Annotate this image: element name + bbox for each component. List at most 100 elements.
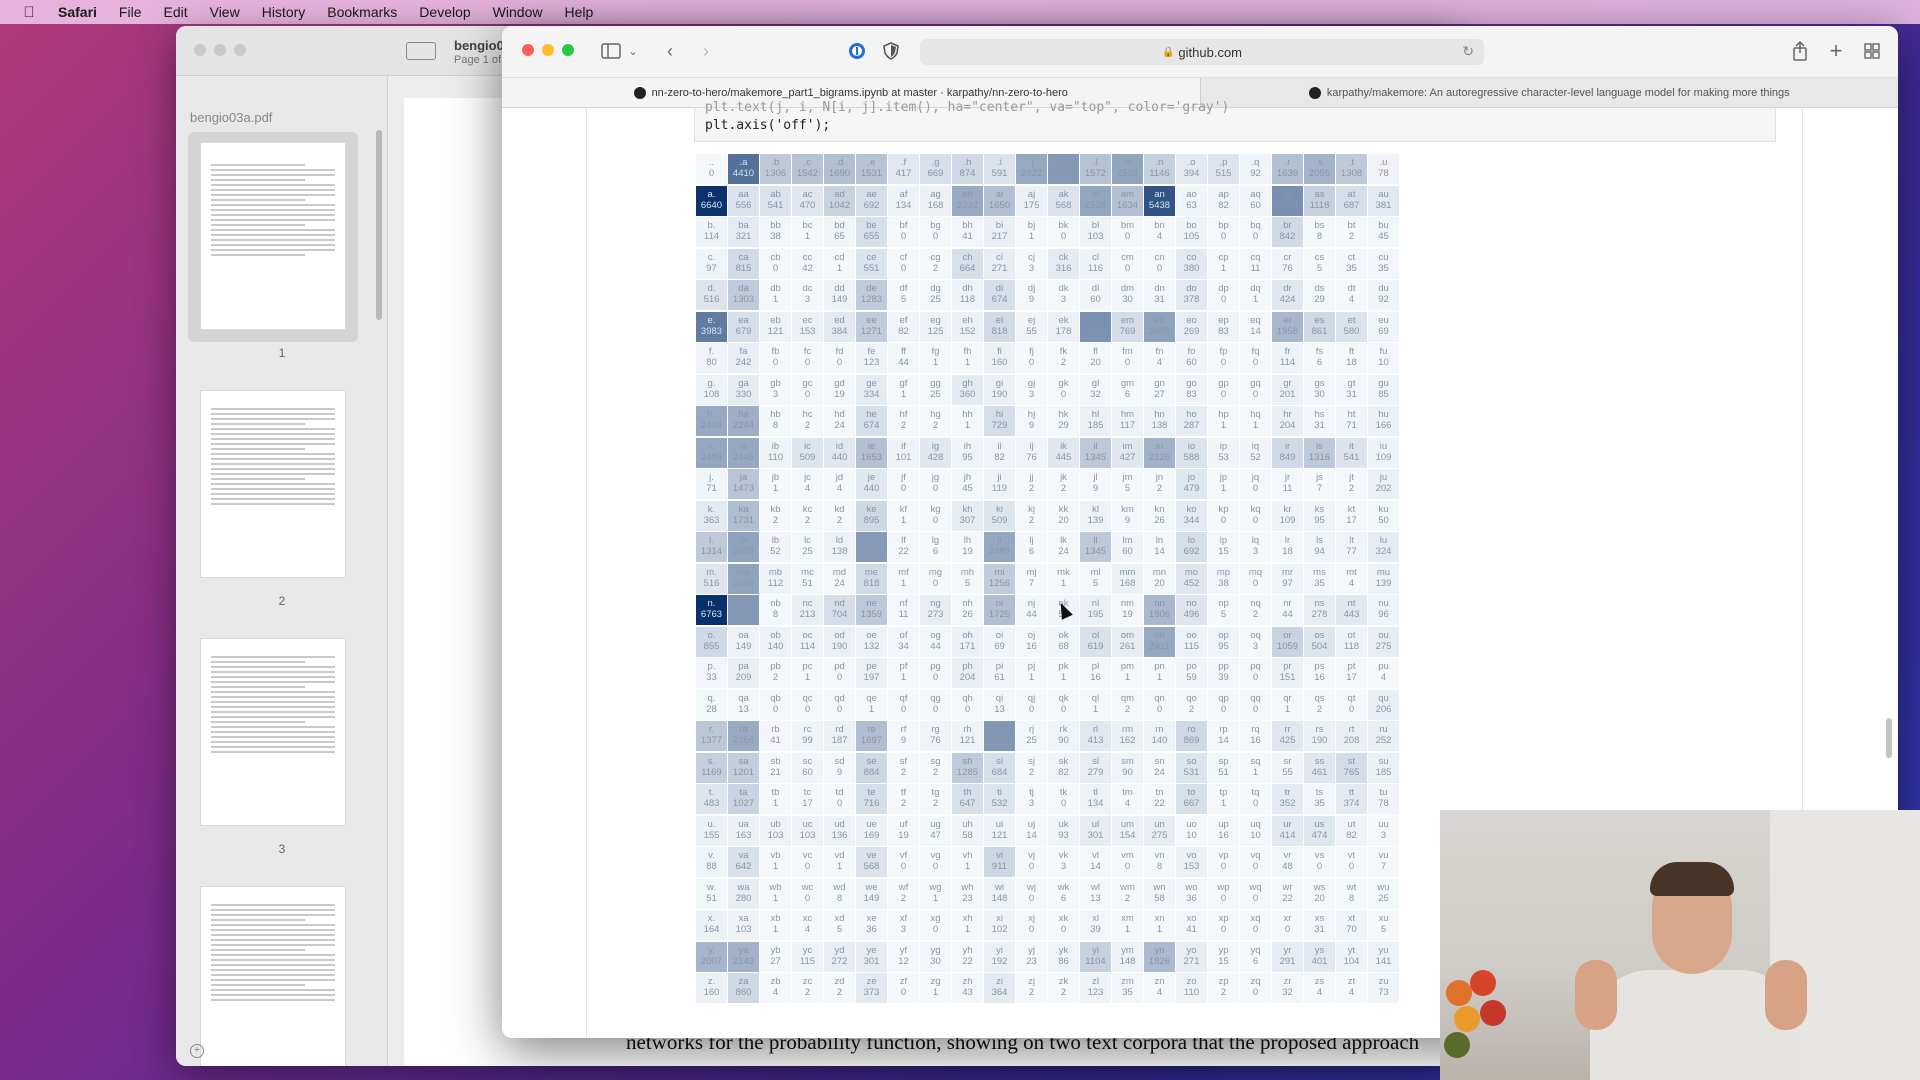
heatmap-cell: ob 140: [760, 626, 791, 657]
heatmap-cell-count: 69: [1378, 325, 1389, 337]
tab-overview-icon[interactable]: [1862, 40, 1882, 62]
heatmap-cell-count: 22: [962, 955, 973, 967]
heatmap-cell-bigram: wl: [1091, 881, 1100, 893]
address-bar[interactable]: 🔒 github.com ↻: [920, 39, 1484, 65]
heatmap-cell-count: 0: [964, 703, 971, 715]
heatmap-cell: vb 1: [760, 847, 791, 877]
back-icon[interactable]: ‹: [660, 40, 680, 62]
heatmap-cell: fr 114: [1272, 343, 1303, 373]
shield-icon[interactable]: [880, 40, 902, 62]
heatmap-cell: ml 5: [1080, 563, 1111, 594]
sidebar-icon[interactable]: [598, 40, 624, 62]
heatmap-cell-bigram: gh: [962, 377, 973, 389]
heatmap-cell-count: 23: [962, 892, 973, 904]
heatmap-cell-bigram: ge: [866, 377, 877, 389]
heatmap-cell-bigram: xg: [930, 913, 941, 924]
menu-window[interactable]: Window: [493, 4, 543, 20]
zoom-button[interactable]: [234, 44, 246, 56]
minimize-button[interactable]: [214, 44, 226, 56]
heatmap-cell: kg 0: [920, 500, 951, 531]
heatmap-cell: wm 2: [1112, 878, 1143, 909]
sidebar-toggle-icon[interactable]: [406, 42, 436, 60]
heatmap-cell-bigram: pf: [899, 661, 908, 672]
menu-history[interactable]: History: [262, 4, 306, 20]
heatmap-cell-bigram: aa: [738, 188, 749, 200]
heatmap-cell-bigram: gt: [1347, 377, 1356, 389]
heatmap-cell-count: 1359: [860, 609, 883, 620]
menu-view[interactable]: View: [210, 4, 240, 20]
heatmap-cell: dp 0: [1208, 280, 1239, 310]
heatmap-cell-count: 1826: [1148, 955, 1171, 967]
page-thumbnail-3[interactable]: [200, 638, 346, 826]
heatmap-cell-count: 153: [1183, 861, 1200, 872]
heatmap-cell-bigram: kn: [1154, 503, 1165, 515]
heatmap-cell: no 496: [1176, 595, 1207, 625]
heatmap-cell-bigram: im: [1122, 440, 1133, 452]
heatmap-cell-bigram: t.: [708, 787, 715, 798]
github-icon: [1308, 86, 1321, 99]
heatmap-cell: hk 29: [1048, 406, 1079, 436]
password-icon[interactable]: [846, 40, 868, 62]
heatmap-cell-count: 73: [1378, 987, 1389, 998]
heatmap-cell-bigram: xi: [996, 913, 1003, 924]
heatmap-cell: tg 2: [920, 784, 951, 814]
heatmap-cell-bigram: io: [1187, 440, 1196, 452]
heatmap-cell-bigram: hu: [1378, 409, 1389, 420]
heatmap-cell-bigram: yb: [770, 944, 781, 956]
menu-bookmarks[interactable]: Bookmarks: [327, 4, 397, 20]
minimize-button[interactable]: [542, 44, 554, 56]
heatmap-cell-count: 568: [863, 861, 880, 872]
heatmap-cell-bigram: dt: [1347, 283, 1356, 294]
heatmap-cell-count: 1958: [1276, 325, 1299, 337]
tab-makemore[interactable]: karpathy/makemore: An autoregressive cha…: [1199, 78, 1899, 107]
heatmap-cell-bigram: rn: [1155, 724, 1164, 735]
heatmap-cell-count: 1: [932, 987, 939, 998]
heatmap-cell-count: 168: [927, 199, 944, 211]
heatmap-cell-count: 0: [1220, 924, 1227, 935]
heatmap-cell-count: 861: [1311, 325, 1328, 337]
heatmap-cell-bigram: o.: [707, 629, 716, 641]
menu-app-name[interactable]: Safari: [58, 4, 97, 20]
close-button[interactable]: [194, 44, 206, 56]
page-thumbnail-4[interactable]: [200, 886, 346, 1066]
close-button[interactable]: [522, 44, 534, 56]
zoom-button[interactable]: [562, 44, 574, 56]
page-scrollbar[interactable]: [1886, 718, 1892, 758]
page-thumbnail-2[interactable]: [200, 390, 346, 578]
heatmap-cell: yf 12: [888, 941, 919, 972]
sidebar-scrollbar[interactable]: [376, 130, 382, 320]
heatmap-cell: er 1958: [1272, 311, 1303, 342]
new-tab-icon[interactable]: +: [1826, 38, 1846, 63]
heatmap-cell-bigram: wk: [1057, 881, 1070, 893]
menu-help[interactable]: Help: [564, 4, 593, 20]
share-icon[interactable]: [1790, 40, 1810, 62]
apple-icon[interactable]: : [18, 1, 40, 23]
heatmap-cell-bigram: k.: [707, 503, 716, 515]
heatmap-cell: za 860: [728, 973, 759, 1003]
reload-icon[interactable]: ↻: [1462, 43, 1474, 60]
menu-file[interactable]: File: [119, 4, 142, 20]
heatmap-cell: ei 818: [984, 311, 1015, 342]
code-cell[interactable]: plt.text(j, i, N[i, j].item(), ha="cente…: [694, 100, 1776, 142]
forward-icon[interactable]: ›: [696, 40, 716, 62]
page-thumbnail-1[interactable]: [200, 142, 346, 330]
menu-develop[interactable]: Develop: [419, 4, 470, 20]
chevron-down-icon[interactable]: ⌄: [626, 40, 640, 62]
add-page-icon[interactable]: +: [190, 1044, 204, 1058]
heatmap-cell: js 7: [1304, 469, 1335, 499]
heatmap-cell-count: 4: [1124, 798, 1131, 809]
menu-edit[interactable]: Edit: [163, 4, 187, 20]
heatmap-cell-count: 2: [900, 420, 907, 431]
heatmap-cell-count: 0: [772, 357, 779, 368]
heatmap-cell-count: 3983: [700, 325, 723, 337]
heatmap-cell-count: 1: [1252, 420, 1259, 431]
heatmap-cell-bigram: ji: [997, 472, 1002, 483]
heatmap-cell-bigram: xn: [1154, 913, 1165, 924]
heatmap-cell: bo 105: [1176, 217, 1207, 247]
heatmap-cell-count: 1697: [860, 735, 883, 746]
heatmap-cell: ft 18: [1336, 343, 1367, 373]
heatmap-cell-bigram: jd: [835, 472, 844, 483]
heatmap-cell-count: 1316: [1308, 451, 1331, 463]
heatmap-cell-count: 1377: [700, 735, 723, 746]
heatmap-cell-bigram: cs: [1314, 251, 1325, 263]
